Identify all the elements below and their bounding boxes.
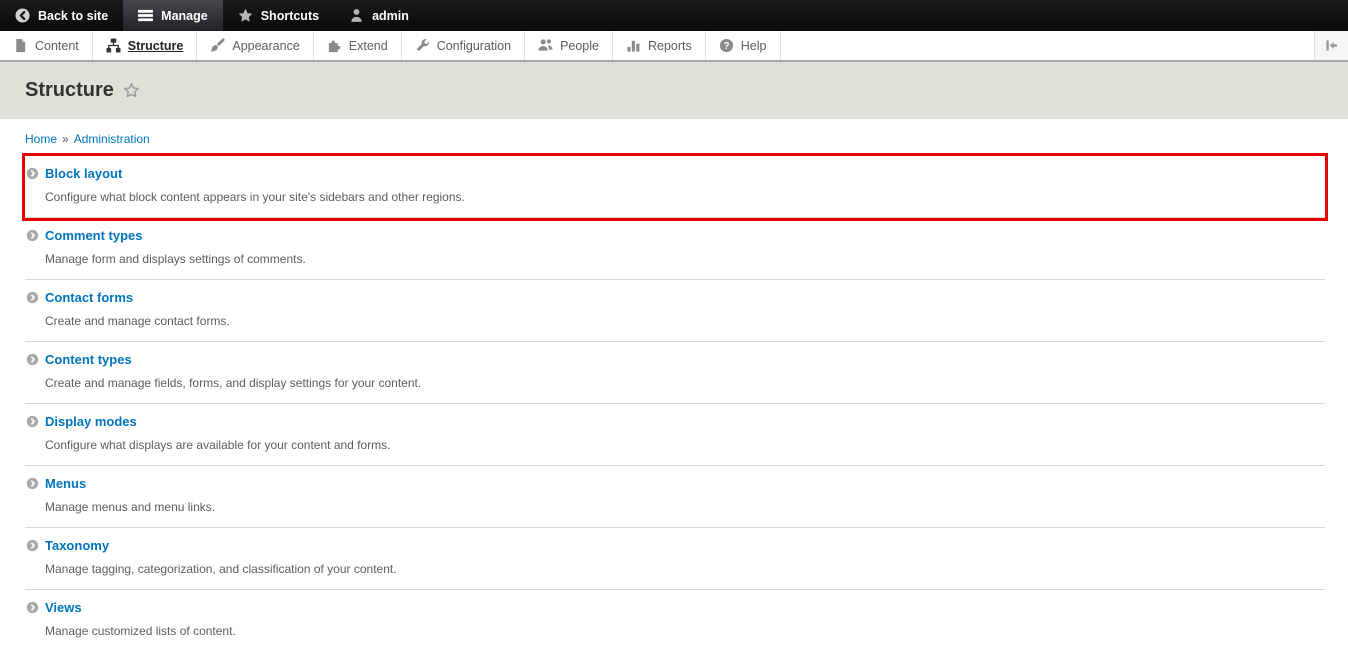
toolbar-tab-people[interactable]: People [525,31,613,60]
file-icon [13,38,28,53]
breadcrumb-separator: » [62,132,69,146]
admin-links-list: Block layout Configure what block content… [25,156,1325,651]
contact-forms-link[interactable]: Contact forms [45,290,133,305]
toolbar-tab-content[interactable]: Content [0,31,93,60]
page-title: Structure [25,79,114,102]
list-item-description: Configure what displays are available fo… [45,438,1325,452]
list-item-description: Configure what block content appears in … [45,190,1325,204]
admin-toolbar: Back to site Manage Shortcuts admin [0,0,1348,31]
shortcuts-label: Shortcuts [261,9,319,23]
help-icon: ? [719,38,734,53]
toolbar-tab-extend[interactable]: Extend [314,31,402,60]
user-account-tab[interactable]: admin [334,0,424,31]
toolbar-tab-configuration[interactable]: Configuration [402,31,525,60]
puzzle-icon [327,38,342,53]
list-item-description: Manage tagging, categorization, and clas… [45,562,1325,576]
chevron-circle-icon [26,539,39,552]
list-item-description: Create and manage fields, forms, and dis… [45,376,1325,390]
toolbar-tab-label: Appearance [232,39,299,53]
list-item-description: Create and manage contact forms. [45,314,1325,328]
back-to-site-button[interactable]: Back to site [0,0,123,31]
breadcrumb: Home » Administration [0,119,1348,146]
chevron-circle-icon [26,601,39,614]
star-icon [238,8,253,23]
toolbar-orientation-icon [1324,38,1339,53]
chevron-circle-icon [26,167,39,180]
list-item-content-types: Content types Create and manage fields, f… [25,342,1325,404]
toolbar-orientation-toggle[interactable] [1314,31,1348,60]
page-header: Structure [0,62,1348,119]
list-item-views: Views Manage customized lists of content. [25,590,1325,651]
chevron-circle-icon [26,291,39,304]
bar-chart-icon [626,38,641,53]
toolbar-tab-label: Extend [349,39,388,53]
views-link[interactable]: Views [45,600,82,615]
toolbar-tab-label: Configuration [437,39,511,53]
toolbar-tab-appearance[interactable]: Appearance [197,31,313,60]
manage-label: Manage [161,9,208,23]
admin-menu-tray: Content Structure Appearance Extend Configur… [0,31,1348,62]
list-item-description: Manage form and displays settings of com… [45,252,1325,266]
list-item-description: Manage customized lists of content. [45,624,1325,638]
breadcrumb-home-link[interactable]: Home [25,132,57,146]
sitemap-icon [106,38,121,53]
chevron-circle-icon [26,353,39,366]
username-label: admin [372,9,409,23]
list-item-comment-types: Comment types Manage form and displays se… [25,218,1325,280]
chevron-circle-icon [26,477,39,490]
wrench-icon [415,38,430,53]
display-modes-link[interactable]: Display modes [45,414,137,429]
list-item-block-layout: Block layout Configure what block content… [25,156,1325,218]
list-item-contact-forms: Contact forms Create and manage contact f… [25,280,1325,342]
shortcut-star-icon[interactable] [123,82,140,99]
back-to-site-label: Back to site [38,9,108,23]
list-item-taxonomy: Taxonomy Manage tagging, categorization, … [25,528,1325,590]
toolbar-spacer [781,31,1315,60]
svg-text:?: ? [723,41,729,52]
list-item-display-modes: Display modes Configure what displays are… [25,404,1325,466]
toolbar-tab-reports[interactable]: Reports [613,31,706,60]
toolbar-tab-label: Content [35,39,79,53]
back-circle-icon [15,8,30,23]
manage-tab[interactable]: Manage [123,0,223,31]
toolbar-tab-structure[interactable]: Structure [93,31,198,60]
toolbar-tab-label: Structure [128,39,184,53]
shortcuts-tab[interactable]: Shortcuts [223,0,334,31]
user-icon [349,8,364,23]
menus-link[interactable]: Menus [45,476,86,491]
content-types-link[interactable]: Content types [45,352,132,367]
toolbar-tab-label: Reports [648,39,692,53]
hamburger-icon [138,8,153,23]
paintbrush-icon [210,38,225,53]
chevron-circle-icon [26,229,39,242]
breadcrumb-administration-link[interactable]: Administration [74,132,150,146]
chevron-circle-icon [26,415,39,428]
comment-types-link[interactable]: Comment types [45,228,143,243]
taxonomy-link[interactable]: Taxonomy [45,538,109,553]
block-layout-link[interactable]: Block layout [45,166,122,181]
list-item-description: Manage menus and menu links. [45,500,1325,514]
list-item-menus: Menus Manage menus and menu links. [25,466,1325,528]
toolbar-tab-label: People [560,39,599,53]
people-icon [538,38,553,53]
toolbar-tab-help[interactable]: ? Help [706,31,781,60]
toolbar-tab-label: Help [741,39,767,53]
